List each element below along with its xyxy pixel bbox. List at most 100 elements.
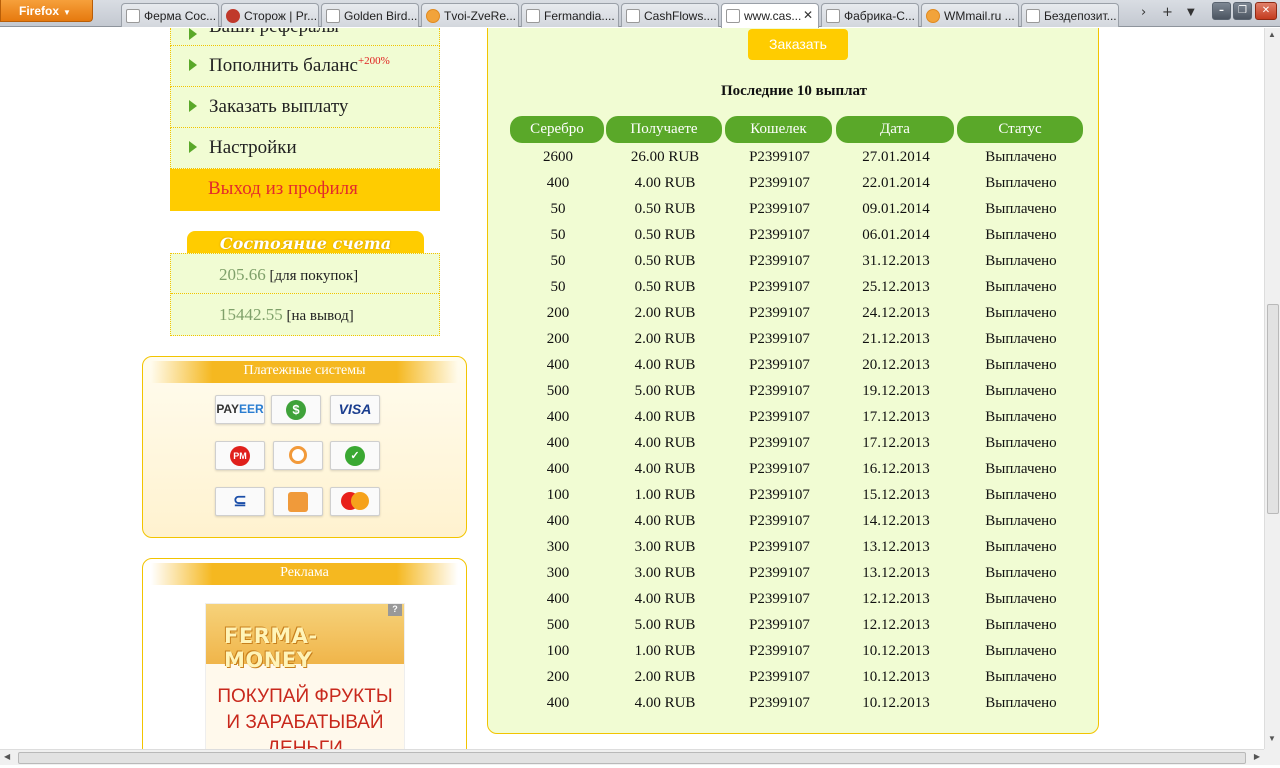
list-all-tabs-icon[interactable]: ▼ [1187, 7, 1195, 18]
table-cell: Выплачено [985, 435, 1057, 451]
table-cell: P2399107 [749, 331, 810, 347]
tab-label: Golden Bird... [344, 9, 418, 23]
firefox-menu-button[interactable]: Firefox ▼ [0, 0, 93, 22]
menu-item-label: Ваши рефералы [209, 28, 339, 37]
table-cell: Выплачено [985, 253, 1057, 269]
main-panel: Заказать Последние 10 выплат Серебро Полу… [487, 28, 1099, 734]
table-cell: Выплачено [985, 305, 1057, 321]
table-cell: 0.50 RUB [634, 201, 696, 217]
table-cell: 4.00 RUB [634, 461, 696, 477]
scroll-left-icon[interactable]: ◀ [4, 752, 10, 761]
table-cell: Выплачено [985, 409, 1057, 425]
table-row: 50 0.50 RUB P2399107 09.01.2014 Выплачено [510, 198, 1088, 224]
withdraw-balance: 15442.55 [на вывод] [171, 294, 439, 334]
tab-close-icon[interactable]: ✕ [803, 8, 813, 22]
horizontal-scroll-thumb[interactable] [18, 752, 1246, 764]
browser-tab[interactable]: Бездепозит... [1021, 3, 1119, 27]
table-cell: Выплачено [985, 643, 1057, 659]
table-cell: 200 [546, 669, 570, 685]
bonus-badge: +200% [357, 55, 390, 67]
table-cell: 17.12.2013 [862, 409, 930, 425]
payouts-title: Последние 10 выплат [720, 83, 868, 99]
ferma-money-logo: FERMA-MONEY [224, 624, 318, 672]
browser-tab[interactable]: Фабрика-С... [821, 3, 919, 27]
table-cell: P2399107 [749, 539, 810, 555]
menu-item-label: Пополнить баланс [209, 55, 358, 77]
horizontal-scrollbar[interactable]: ◀ ▶ [0, 749, 1264, 765]
ad-banner[interactable]: FERMA-MONEY ? ПОКУПАЙ ФРУКТЫ И ЗАРАБАТЫВ… [205, 603, 405, 749]
table-cell: Выплачено [985, 487, 1057, 503]
table-cell: 100 [546, 643, 570, 659]
profile-menu: Ваши рефералы Пополнить баланс+200% Зака… [170, 28, 440, 211]
table-cell: 50 [550, 279, 566, 295]
table-cell: 400 [546, 591, 570, 607]
table-cell: 22.01.2014 [862, 175, 930, 191]
table-cell: 4.00 RUB [634, 591, 696, 607]
table-row: 400 4.00 RUB P2399107 14.12.2013 Выплачено [510, 510, 1088, 536]
table-cell: Выплачено [985, 331, 1057, 347]
scroll-right-icon[interactable]: ▶ [1254, 752, 1260, 761]
chevron-right-icon [189, 28, 197, 40]
vertical-scroll-thumb[interactable] [1267, 304, 1279, 514]
menu-item-topup[interactable]: Пополнить баланс+200% [170, 46, 440, 87]
page-favicon-icon [326, 9, 340, 23]
chevron-down-icon: ▼ [63, 8, 71, 17]
browser-tab[interactable]: Tvoi-ZveRe... [421, 3, 519, 27]
browser-tab[interactable]: Сторож | Pr... [221, 3, 319, 27]
logout-button[interactable]: Выход из профиля [170, 169, 440, 211]
tab-label: Ферма Сос... [144, 9, 217, 23]
table-cell: Выплачено [985, 201, 1057, 217]
ad-info-icon[interactable]: ? [388, 604, 402, 616]
purchase-balance-value: 205.66 [219, 265, 266, 284]
table-cell: 300 [546, 539, 570, 555]
payeer-icon: PAYEER [215, 395, 265, 424]
menu-item-referrals[interactable]: Ваши рефералы [170, 28, 440, 46]
payouts-table-header: Серебро Получаете Кошелек Дата Статус [510, 116, 1088, 143]
table-cell: 3.00 RUB [634, 565, 696, 581]
tab-label: www.cas... [744, 9, 802, 23]
table-row: 50 0.50 RUB P2399107 25.12.2013 Выплачено [510, 276, 1088, 302]
menu-item-settings[interactable]: Настройки [170, 128, 440, 169]
scroll-up-icon[interactable]: ▲ [1268, 30, 1276, 39]
table-cell: Выплачено [985, 695, 1057, 711]
scroll-down-icon[interactable]: ▼ [1268, 734, 1276, 743]
window-close-icon[interactable]: ✕ [1255, 2, 1277, 20]
vertical-scrollbar[interactable]: ▲ ▼ [1264, 28, 1280, 749]
page-favicon-icon [1026, 9, 1040, 23]
minimize-icon[interactable]: – [1212, 2, 1231, 20]
table-cell: 400 [546, 695, 570, 711]
page-favicon-icon [626, 9, 640, 23]
table-cell: 50 [550, 227, 566, 243]
mastercard-icon [330, 487, 380, 516]
table-cell: P2399107 [749, 669, 810, 685]
browser-tab[interactable]: Golden Bird... [321, 3, 419, 27]
table-cell: Выплачено [985, 617, 1057, 633]
order-button[interactable]: Заказать [748, 29, 848, 60]
restore-icon[interactable]: ❐ [1233, 2, 1252, 20]
table-cell: 300 [546, 565, 570, 581]
payment-systems-panel: Платежные системы PAYEER $ VISA PM ✓ ⊆ [142, 356, 467, 538]
table-cell: Выплачено [985, 357, 1057, 373]
column-header: Статус [957, 116, 1083, 143]
browser-tab[interactable]: Fermandia.... [521, 3, 619, 27]
new-tab-icon[interactable]: + [1162, 5, 1173, 20]
browser-tab[interactable]: Ферма Сос... [121, 3, 219, 27]
table-cell: 06.01.2014 [862, 227, 930, 243]
table-cell: 4.00 RUB [634, 435, 696, 451]
table-row: 100 1.00 RUB P2399107 15.12.2013 Выплачено [510, 484, 1088, 510]
table-cell: 10.12.2013 [862, 695, 930, 711]
table-cell: P2399107 [749, 643, 810, 659]
browser-tab[interactable]: CashFlows.... [621, 3, 719, 27]
table-cell: Выплачено [985, 669, 1057, 685]
advertising-title: Реклама [151, 563, 458, 585]
page-favicon-icon [826, 9, 840, 23]
page-viewport: Ваши рефералы Пополнить баланс+200% Зака… [0, 28, 1264, 749]
browser-tabbar: Firefox ▼ Ферма Сос... Сторож | Pr... Golde… [0, 0, 1280, 28]
browser-tab[interactable]: www.cas... ✕ [721, 3, 819, 28]
ad-banner-header: FERMA-MONEY ? [206, 604, 404, 672]
menu-item-withdraw[interactable]: Заказать выплату [170, 87, 440, 128]
table-cell: P2399107 [749, 201, 810, 217]
tab-label: Фабрика-С... [844, 9, 915, 23]
tab-scroll-right-icon[interactable]: › [1141, 5, 1146, 20]
browser-tab[interactable]: WMmail.ru ... [921, 3, 1019, 27]
